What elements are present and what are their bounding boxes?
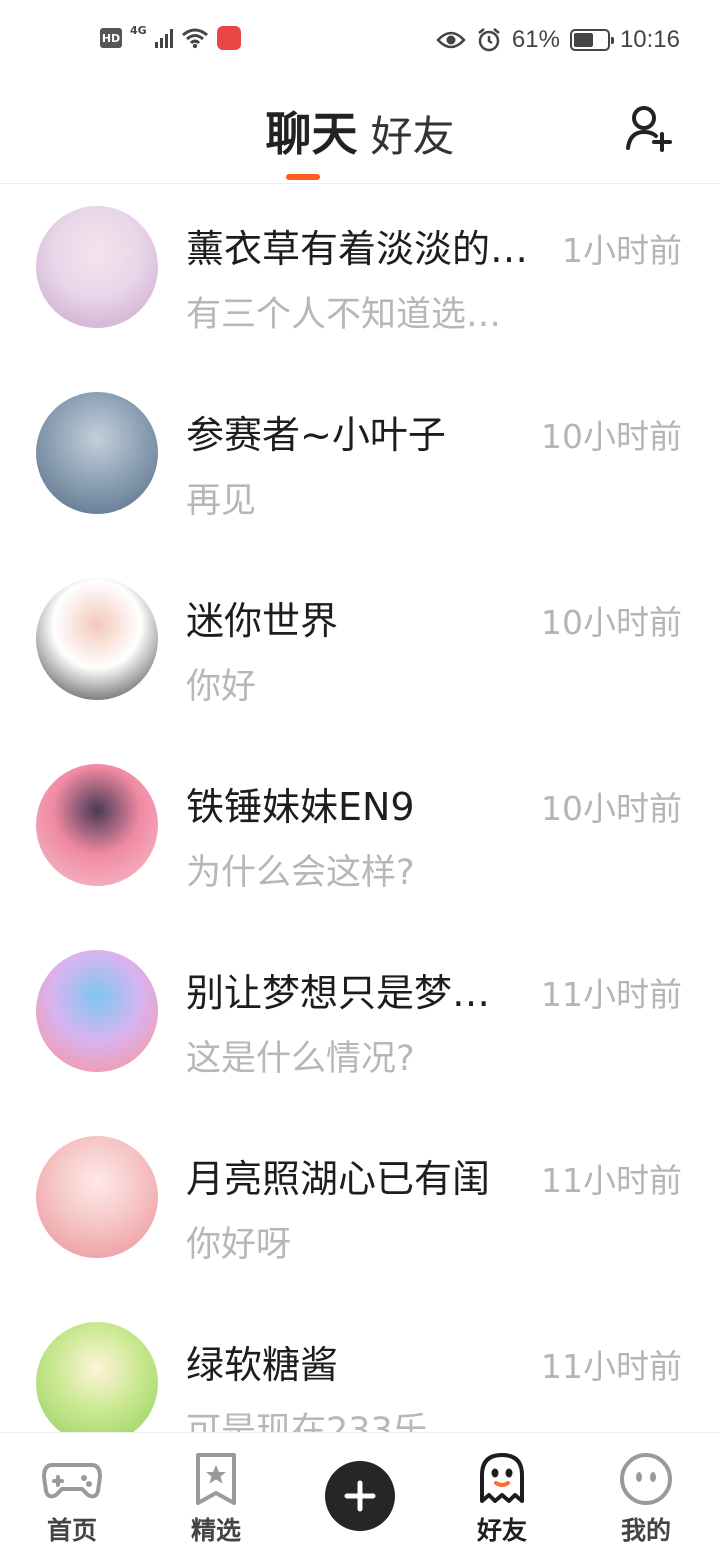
chat-last-message: 再见 [186, 481, 257, 521]
status-right: 61% 10:16 [436, 26, 680, 54]
network-type: 4G [130, 23, 147, 37]
tab-chat[interactable]: 聊天 [265, 98, 357, 164]
chat-item[interactable]: 铁锤妹妹EN9 10小时前 为什么会这样? [0, 744, 720, 930]
avatar[interactable] [36, 950, 158, 1072]
chat-time: 10小时前 [541, 789, 682, 828]
chat-time: 10小时前 [541, 603, 682, 642]
chat-last-message: 你好 [186, 667, 257, 707]
face-icon [620, 1453, 672, 1505]
status-left: HD 4G [100, 23, 241, 50]
chat-name: 迷你世界 [186, 599, 339, 643]
chat-name: 薰衣草有着淡淡的… [186, 227, 529, 271]
chat-name: 绿软糖酱 [186, 1343, 339, 1387]
chat-name: 参赛者~小叶子 [186, 413, 446, 457]
chat-name: 铁锤妹妹EN9 [186, 785, 415, 829]
nav-label: 首页 [46, 1516, 97, 1545]
chat-item[interactable]: 迷你世界 10小时前 你好 [0, 558, 720, 744]
chat-last-message: 这是什么情况? [186, 1039, 415, 1079]
chat-time: 10小时前 [541, 417, 682, 456]
nav-friends[interactable]: 好友 [452, 1451, 552, 1551]
chat-time: 1小时前 [562, 231, 682, 270]
nav-me[interactable]: 我的 [596, 1451, 696, 1547]
tab-friends[interactable]: 好友 [371, 103, 455, 164]
star-bookmark-icon [196, 1453, 236, 1505]
hd-icon: HD [100, 28, 122, 48]
avatar[interactable] [36, 1322, 158, 1432]
avatar[interactable] [36, 1136, 158, 1258]
plus-icon [344, 1480, 376, 1512]
avatar[interactable] [36, 764, 158, 886]
gamepad-icon [42, 1463, 102, 1499]
nav-label: 好友 [452, 1511, 552, 1551]
chat-item[interactable]: 月亮照湖心已有闺 11小时前 你好呀 [0, 1116, 720, 1302]
battery-percent: 61% [511, 26, 560, 53]
chat-last-message: 为什么会这样? [186, 853, 415, 893]
chat-item[interactable]: 别让梦想只是梦… 11小时前 这是什么情况? [0, 930, 720, 1116]
chat-item[interactable]: 薰衣草有着淡淡的… 1小时前 有三个人不知道选… [0, 186, 720, 372]
avatar[interactable] [36, 392, 158, 514]
eye-icon [436, 31, 466, 49]
chat-last-message: 有三个人不知道选… [186, 295, 502, 335]
create-button[interactable] [325, 1461, 395, 1531]
battery-fill [573, 33, 594, 47]
ghost-icon [480, 1453, 524, 1503]
nav-label: 我的 [620, 1516, 671, 1545]
tab-indicator [286, 174, 320, 180]
status-bar: HD 4G 61% 10:16 [0, 0, 720, 84]
chat-time: 11小时前 [541, 975, 682, 1014]
nav-label: 精选 [190, 1516, 241, 1545]
bottom-nav: 首页 精选 好友 我的 [0, 1432, 720, 1560]
wifi-icon [181, 28, 208, 49]
app-notification-icon [216, 26, 241, 50]
nav-featured[interactable]: 精选 [166, 1451, 266, 1547]
header: 聊天 好友 [0, 84, 720, 184]
nav-home[interactable]: 首页 [22, 1451, 122, 1547]
chat-last-message: 你好呀 [186, 1225, 292, 1265]
chat-name: 月亮照湖心已有闺 [186, 1157, 491, 1201]
chat-last-message: 可是现在233乐 [186, 1411, 428, 1432]
chat-name: 别让梦想只是梦… [186, 971, 491, 1015]
avatar[interactable] [36, 578, 158, 700]
chat-list: 薰衣草有着淡淡的… 1小时前 有三个人不知道选… 参赛者~小叶子 10小时前 再… [0, 186, 720, 1432]
top-tabs: 聊天 好友 [0, 98, 720, 164]
chat-item[interactable]: 参赛者~小叶子 10小时前 再见 [0, 372, 720, 558]
avatar[interactable] [36, 206, 158, 328]
add-user-icon[interactable] [624, 102, 676, 154]
chat-time: 11小时前 [541, 1347, 682, 1386]
signal-icon [154, 28, 173, 48]
chat-time: 11小时前 [541, 1161, 682, 1200]
battery-icon [569, 29, 614, 51]
alarm-icon [478, 28, 500, 52]
clock: 10:16 [619, 26, 680, 53]
chat-item[interactable]: 绿软糖酱 11小时前 可是现在233乐 [0, 1302, 720, 1432]
